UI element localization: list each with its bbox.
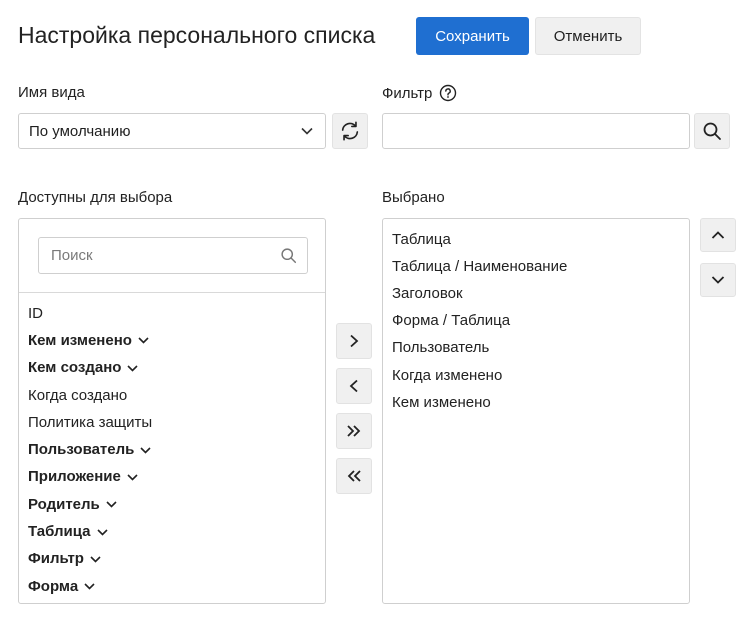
available-list-item[interactable]: Политика защиты	[28, 409, 152, 436]
selected-list: Таблица Таблица / Наименование Заголовок Фо…	[392, 226, 567, 416]
chevron-left-icon	[349, 379, 359, 393]
chevron-up-icon	[711, 230, 725, 240]
chevron-down-icon[interactable]	[138, 337, 149, 345]
save-button[interactable]: Сохранить	[416, 17, 529, 55]
available-item-label: Когда создано	[28, 386, 128, 404]
available-list-item[interactable]: Кем изменено	[28, 327, 152, 354]
available-item-label: ID	[28, 304, 43, 322]
move-left-button[interactable]	[336, 368, 372, 404]
available-item-label: Приложение	[28, 468, 121, 486]
cancel-button[interactable]: Отменить	[535, 17, 641, 55]
available-list-item[interactable]: Фильтр	[28, 546, 152, 573]
refresh-button[interactable]	[332, 113, 368, 149]
available-item-label: Кем изменено	[28, 331, 132, 349]
chevron-down-icon	[301, 127, 313, 135]
available-list-item[interactable]: Когда создано	[28, 382, 152, 409]
move-right-button[interactable]	[336, 323, 372, 359]
search-icon	[702, 121, 722, 141]
available-label: Доступны для выбора	[18, 189, 173, 206]
available-item-label: Фильтр	[28, 550, 84, 568]
move-up-button[interactable]	[700, 218, 736, 252]
filter-label-group: Фильтр	[382, 84, 457, 102]
move-all-left-button[interactable]	[336, 458, 372, 494]
view-name-value: По умолчанию	[29, 122, 131, 140]
help-circle-icon[interactable]	[439, 84, 457, 102]
move-down-button[interactable]	[700, 263, 736, 297]
search-icon	[280, 247, 297, 264]
available-item-label: Таблица	[28, 523, 91, 541]
move-all-right-button[interactable]	[336, 413, 372, 449]
page-title: Настройка персонального списка	[18, 22, 376, 48]
chevron-down-icon[interactable]	[90, 556, 101, 563]
available-search-input[interactable]	[49, 246, 280, 265]
selected-list-item[interactable]: Заголовок	[392, 280, 567, 307]
selected-list-item[interactable]: Форма / Таблица	[392, 308, 567, 335]
selected-list-item[interactable]: Таблица	[392, 226, 567, 253]
double-chevron-left-icon	[346, 469, 362, 483]
selected-list-item[interactable]: Когда изменено	[392, 362, 567, 389]
chevron-right-icon	[349, 334, 359, 348]
available-search[interactable]	[38, 237, 308, 274]
available-list: ID Кем изменено Кем создано Когда создано По…	[28, 300, 152, 600]
available-item-label: Пользователь	[28, 441, 135, 459]
filter-label: Фильтр	[382, 84, 433, 102]
available-list-item[interactable]: Приложение	[28, 464, 152, 491]
selected-list-item[interactable]: Пользователь	[392, 335, 567, 362]
available-item-label: Политика защиты	[28, 413, 153, 431]
selected-list-item[interactable]: Таблица / Наименование	[392, 253, 567, 280]
available-item-label: Родитель	[28, 495, 100, 513]
available-list-item[interactable]: Форма	[28, 573, 152, 600]
available-list-item[interactable]: Кем создано	[28, 355, 152, 382]
chevron-down-icon[interactable]	[106, 501, 117, 508]
filter-search-button[interactable]	[694, 113, 730, 149]
available-list-item[interactable]: Таблица	[28, 518, 152, 545]
chevron-down-icon[interactable]	[96, 528, 108, 536]
filter-input[interactable]	[382, 113, 690, 149]
chevron-down-icon[interactable]	[140, 447, 151, 454]
refresh-icon	[339, 120, 361, 142]
available-item-label: Форма	[28, 577, 79, 595]
chevron-down-icon[interactable]	[127, 474, 138, 481]
available-divider	[19, 292, 325, 293]
available-list-item[interactable]: ID	[28, 300, 152, 327]
chevron-down-icon[interactable]	[127, 365, 138, 372]
double-chevron-right-icon	[346, 424, 362, 438]
available-list-item[interactable]: Пользователь	[28, 436, 152, 463]
view-name-select[interactable]: По умолчанию	[18, 113, 326, 149]
selected-list-item[interactable]: Кем изменено	[392, 389, 567, 416]
chevron-down-icon[interactable]	[84, 583, 95, 590]
chevron-down-icon	[711, 275, 725, 285]
view-name-label: Имя вида	[18, 84, 85, 101]
selected-label: Выбрано	[382, 189, 445, 206]
available-list-item[interactable]: Родитель	[28, 491, 152, 518]
available-item-label: Кем создано	[28, 359, 122, 377]
